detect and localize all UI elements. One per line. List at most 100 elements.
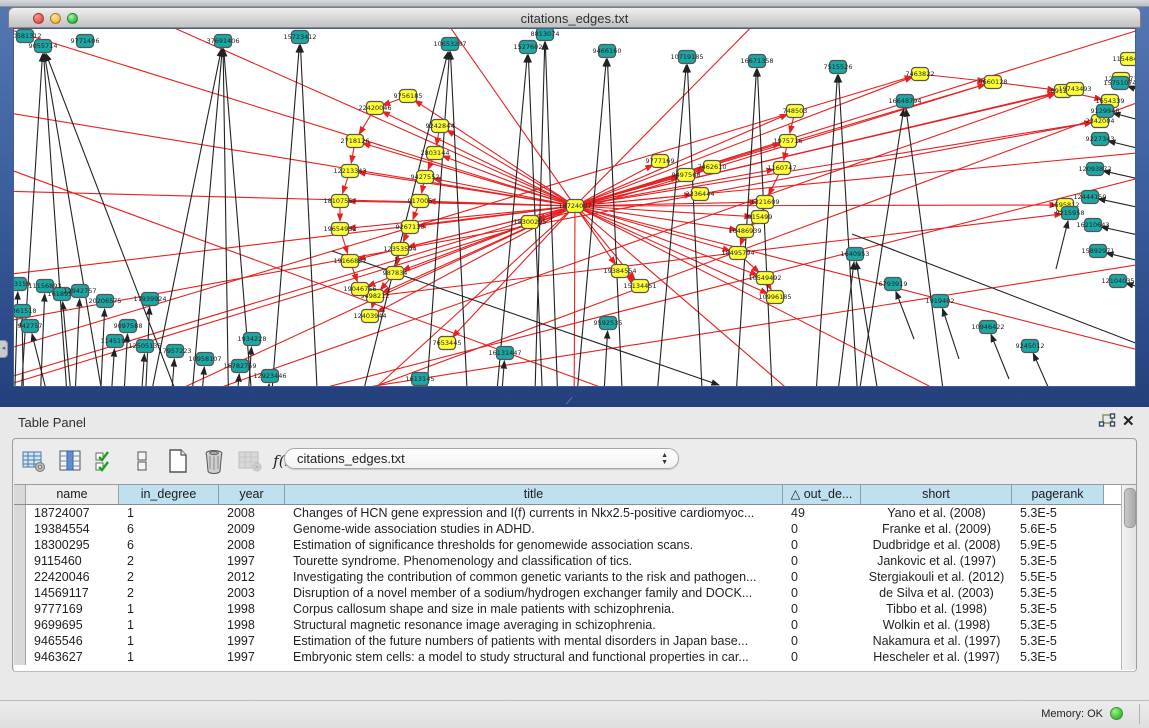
cell-indegree[interactable]: 6	[119, 537, 219, 553]
cell-short[interactable]: Dudbridge et al. (2008)	[861, 537, 1012, 553]
graph-edge[interactable]	[687, 65, 704, 386]
cell-indegree[interactable]: 1	[119, 505, 219, 521]
cell-indegree[interactable]: 2	[119, 569, 219, 585]
cell-year[interactable]: 1997	[219, 633, 285, 649]
cell-title[interactable]: Estimation of the future numbers of pati…	[285, 633, 783, 649]
cell-year[interactable]: 2009	[219, 521, 285, 537]
show-column-icon[interactable]	[57, 448, 83, 474]
cell-year[interactable]: 1998	[219, 601, 285, 617]
cell-title[interactable]: Tourette syndrome. Phenomenology and cla…	[285, 553, 783, 569]
graph-edge[interactable]	[269, 45, 299, 386]
cell-pagerank[interactable]: 5.6E-5	[1012, 521, 1104, 537]
graph-edge[interactable]	[1127, 86, 1135, 104]
cell-pagerank[interactable]: 5.3E-5	[1012, 553, 1104, 569]
network-window[interactable]: citations_edges.txt 18724007224200469242…	[8, 7, 1141, 397]
cell-year[interactable]: 2012	[219, 569, 285, 585]
cell-short[interactable]: Nakamura et al. (1997)	[861, 633, 1012, 649]
graph-edge[interactable]	[74, 94, 1055, 386]
graph-edge[interactable]	[63, 302, 74, 386]
graph-edge[interactable]	[164, 169, 1135, 386]
cell-year[interactable]: 1997	[219, 649, 285, 665]
rows-icon[interactable]	[129, 448, 155, 474]
graph-edge[interactable]	[1126, 283, 1135, 297]
cell-name[interactable]: 18300295	[26, 537, 119, 553]
graph-edge[interactable]	[375, 214, 1062, 296]
splitter-grip-icon[interactable]: ⟋	[566, 399, 580, 405]
new-table-icon[interactable]	[165, 448, 191, 474]
cell-pagerank[interactable]: 5.3E-5	[1012, 649, 1104, 665]
cell-pagerank[interactable]: 5.3E-5	[1012, 617, 1104, 633]
table-scrollbar-thumb[interactable]	[1124, 488, 1136, 528]
cell-name[interactable]: 9465546	[26, 633, 119, 649]
cell-outde[interactable]: 0	[783, 569, 861, 585]
graph-edge[interactable]	[44, 54, 109, 386]
cell-name[interactable]: 18724007	[26, 505, 119, 521]
graph-edge[interactable]	[838, 75, 859, 386]
table-row[interactable]: 2242004622012Investigating the contribut…	[14, 569, 1135, 585]
graph-edge[interactable]	[442, 156, 575, 206]
graph-edge[interactable]	[607, 59, 624, 386]
table-row[interactable]: 1830029562008Estimation of significance …	[14, 537, 1135, 553]
cell-indegree[interactable]: 2	[119, 585, 219, 601]
column-header-year[interactable]: year	[219, 485, 285, 504]
graph-edge[interactable]	[447, 130, 575, 206]
graph-edge[interactable]	[575, 114, 788, 206]
cell-indegree[interactable]: 1	[119, 601, 219, 617]
cell-outde[interactable]: 0	[783, 585, 861, 601]
cell-name[interactable]: 9463627	[26, 649, 119, 665]
graph-edge[interactable]	[896, 291, 914, 339]
cell-outde[interactable]: 0	[783, 649, 861, 665]
graph-edge[interactable]	[575, 206, 834, 386]
graph-edge[interactable]	[575, 206, 758, 275]
column-header-pagerank[interactable]: pagerank	[1012, 485, 1104, 504]
cell-outde[interactable]: 0	[783, 633, 861, 649]
table-row[interactable]: 1456911722003Disruption of a novel membe…	[14, 585, 1135, 601]
cell-title[interactable]: Investigating the contribution of common…	[285, 569, 783, 585]
graph-edge[interactable]	[144, 49, 221, 386]
column-header-indegree[interactable]: in_degree	[119, 485, 219, 504]
graph-edge[interactable]	[991, 334, 1009, 379]
cell-name[interactable]: 19384554	[26, 521, 119, 537]
table-panel-close-icon[interactable]: ✕	[1122, 412, 1135, 430]
graph-edge[interactable]	[234, 374, 239, 386]
graph-edge[interactable]	[189, 49, 222, 386]
cell-indegree[interactable]: 1	[119, 649, 219, 665]
column-header-name[interactable]: name	[26, 485, 119, 504]
cell-title[interactable]: Corpus callosum shape and size in male p…	[285, 601, 783, 617]
cell-outde[interactable]: 0	[783, 521, 861, 537]
delete-trash-icon[interactable]	[201, 448, 227, 474]
graph-edge[interactable]	[942, 309, 959, 359]
cell-title[interactable]: Genome-wide association studies in ADHD.	[285, 521, 783, 537]
cell-name[interactable]: 9115460	[26, 553, 119, 569]
graph-edge[interactable]	[264, 384, 269, 386]
cell-short[interactable]: Jankovic et al. (1997)	[861, 553, 1012, 569]
cell-pagerank[interactable]: 5.3E-5	[1012, 633, 1104, 649]
cell-name[interactable]: 9777169	[26, 601, 119, 617]
cell-outde[interactable]: 0	[783, 553, 861, 569]
table-settings-icon[interactable]	[21, 448, 47, 474]
cell-name[interactable]: 9699695	[26, 617, 119, 633]
cell-pagerank[interactable]: 5.9E-5	[1012, 537, 1104, 553]
graph-edge[interactable]	[154, 29, 575, 206]
cell-year[interactable]: 2008	[219, 505, 285, 521]
column-header-title[interactable]: title	[285, 485, 783, 504]
cell-name[interactable]: 22420046	[26, 569, 119, 585]
graph-edge[interactable]	[575, 206, 752, 217]
cell-year[interactable]: 2008	[219, 537, 285, 553]
cell-short[interactable]: Tibbo et al. (1998)	[861, 601, 1012, 617]
graph-edge[interactable]	[74, 299, 80, 386]
cell-pagerank[interactable]: 5.3E-5	[1012, 585, 1104, 601]
splitter-collapse-handle[interactable]: ◂	[0, 340, 8, 358]
cell-year[interactable]: 1997	[219, 553, 285, 569]
cell-short[interactable]: Hescheler et al. (1997)	[861, 649, 1012, 665]
table-row[interactable]: 977716911998Corpus callosum shape and si…	[14, 601, 1135, 617]
graph-edge[interactable]	[39, 294, 45, 386]
column-header-outde[interactable]: △ out_de...	[783, 485, 861, 504]
table-row[interactable]: 1872400712008Changes of HCN gene express…	[14, 505, 1135, 521]
cell-year[interactable]: 2003	[219, 585, 285, 601]
cell-name[interactable]: 14569117	[26, 585, 119, 601]
cell-title[interactable]: Changes of HCN gene expression and I(f) …	[285, 505, 783, 521]
select-columns-icon[interactable]	[93, 448, 119, 474]
network-window-titlebar[interactable]: citations_edges.txt	[8, 7, 1141, 28]
graph-edge[interactable]	[1106, 253, 1135, 269]
